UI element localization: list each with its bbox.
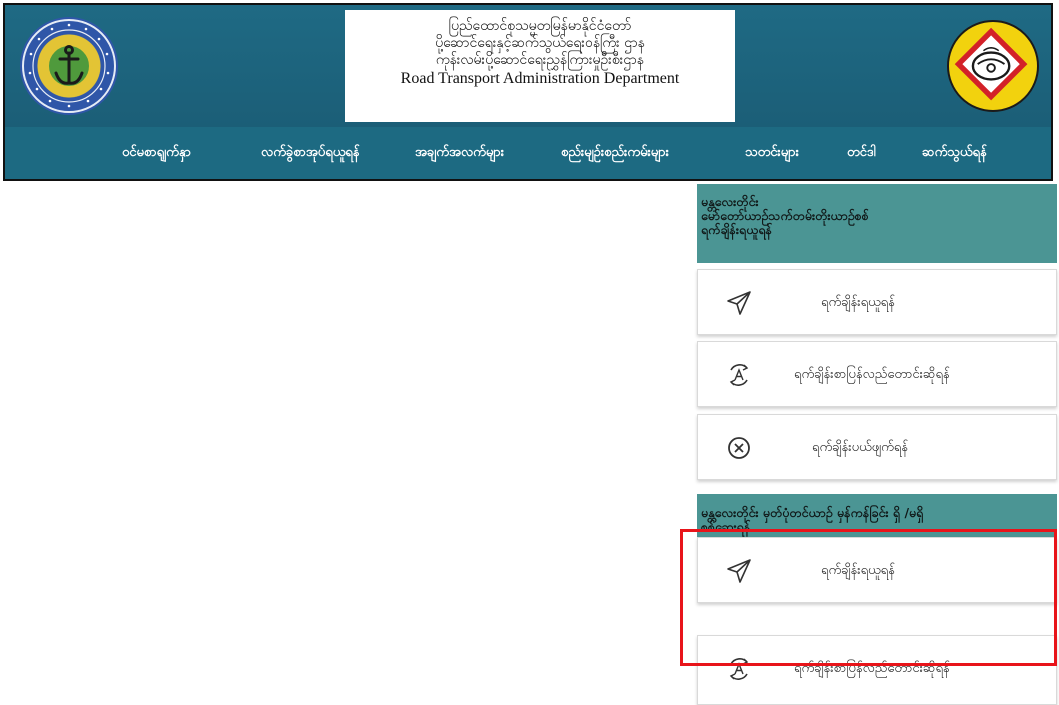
nav-item-home[interactable]: ဝင်မစာရျက်နှာ (122, 144, 191, 163)
top-banner: ပြည်ထောင်စုသမ္မတမြန်မာနိုင်ငံတော် ပို့ဆေ… (5, 5, 1051, 127)
nav-item-handbook[interactable]: လက်ခွဲစာအုပ်ရယူရန် (261, 144, 360, 163)
section-heading-line: မော်တော်ယာဉ်သက်တမ်းတိုးယာဉ်စစ် (701, 208, 869, 223)
header-title-block: ပြည်ထောင်စုသမ္မတမြန်မာနိုင်ငံတော် ပို့ဆေ… (345, 10, 735, 122)
send-icon (727, 291, 751, 315)
card-label: ရက်ချိန်းစာပြန်လည်တောင်းဆိုရန် (794, 661, 950, 676)
rtad-emblem-icon (954, 27, 1028, 101)
site-header: ပြည်ထောင်စုသမ္မတမြန်မာနိုင်ငံတော် ပို့ဆေ… (3, 3, 1053, 181)
section-heading-extension-inspection: မန္တလေးတိုင်း မော်တော်ယာဉ်သက်တမ်းတိုးယာဉ… (697, 184, 1057, 263)
book-appointment-card[interactable]: ရက်ချိန်းရယူရန် (697, 269, 1057, 335)
book-appointment-card[interactable]: ရက်ချိန်းရယူရန် (697, 537, 1057, 603)
page: ပြည်ထောင်စုသမ္မတမြန်မာနိုင်ငံတော် ပို့ဆေ… (0, 0, 1059, 705)
nav-item-regulations[interactable]: စည်းမျဉ်းစည်းကမ်းများ (561, 144, 669, 163)
nav-item-tender[interactable]: တင်ဒါ (847, 144, 876, 163)
header-title-line-1: ပြည်ထောင်စုသမ္မတမြန်မာနိုင်ငံတော် (448, 18, 632, 34)
card-label: ရက်ချိန်းရယူရန် (821, 295, 895, 310)
card-label: ရက်ချိန်းစာပြန်လည်တောင်းဆိုရန် (794, 367, 950, 382)
nav-item-contact[interactable]: ဆက်သွယ်ရန် (922, 144, 987, 163)
nav-item-news[interactable]: သတင်းများ (745, 144, 799, 163)
nav-item-information[interactable]: အချက်အလက်များ (415, 144, 504, 163)
header-title-english: Road Transport Administration Department (400, 70, 680, 87)
main-nav: ဝင်မစာရျက်နှာ လက်ခွဲစာအုပ်ရယူရန် အချက်အလ… (5, 127, 1051, 179)
refresh-icon (729, 364, 749, 386)
header-title-line-3: ကုန်းလမ်းပို့ဆောင်ရေးညွှန်ကြားမှုဦးစီးဌာ… (435, 52, 645, 68)
section-heading-line: မန္တလေးတိုင်း (701, 194, 759, 209)
request-appointment-letter-card[interactable]: ရက်ချိန်းစာပြန်လည်တောင်းဆိုရန် (697, 341, 1057, 407)
card-label: ရက်ချိန်းပယ်ဖျက်ရန် (812, 440, 909, 455)
refresh-icon (729, 658, 749, 680)
seal-ring-icon (22, 19, 116, 113)
section-heading-line: မန္တလေးတိုင်း မှတ်ပုံတင်ယာဉ် မှန်ကန်ခြင်… (701, 505, 924, 520)
cancel-appointment-card[interactable]: ရက်ချိန်းပယ်ဖျက်ရန် (697, 414, 1057, 480)
card-label: ရက်ချိန်းရယူရန် (821, 563, 895, 578)
request-appointment-letter-card[interactable]: ရက်ချိန်းစာပြန်လည်တောင်းဆိုရန် (697, 635, 1057, 705)
section-heading-line: ရက်ချိန်းရယူရန် (701, 222, 773, 237)
section-heading-line: စစ်ဆေးရန် (701, 519, 751, 534)
header-title-line-2: ပို့ဆောင်ရေးနှင့်ဆက်သွယ်ရေးဝန်ကြီး ဌာန (435, 35, 645, 51)
send-icon (727, 559, 751, 583)
rtad-logo[interactable] (947, 20, 1039, 112)
ministry-seal-logo[interactable] (20, 17, 118, 115)
cancel-icon (728, 437, 750, 459)
